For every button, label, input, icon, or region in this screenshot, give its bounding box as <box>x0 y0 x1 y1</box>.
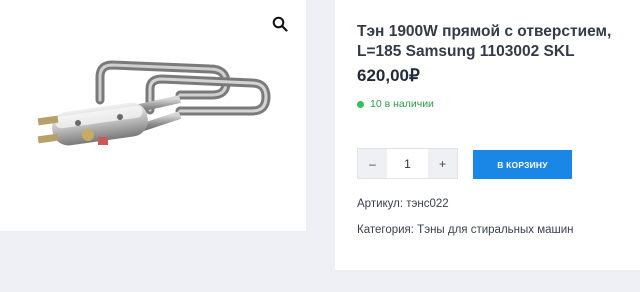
product-category: Категория: Тэны для стиральных машин <box>357 224 574 236</box>
stock-status: 10 в наличии <box>357 98 434 110</box>
add-to-cart-button[interactable]: В КОРЗИНУ <box>473 150 572 179</box>
qty-increase-button[interactable]: + <box>428 149 457 178</box>
product-image[interactable] <box>30 55 280 175</box>
search-icon <box>272 16 288 32</box>
quantity-stepper: – + <box>357 148 458 179</box>
product-sku: Артикул: тэнс022 <box>357 198 449 210</box>
product-summary: Тэн 1900W прямой с отверстием, L=185 Sam… <box>335 0 640 270</box>
sku-label: Артикул: <box>357 198 404 210</box>
quantity-input[interactable] <box>387 149 428 178</box>
qty-decrease-button[interactable]: – <box>358 149 387 178</box>
sku-value: тэнс022 <box>406 198 449 210</box>
product-gallery <box>0 0 306 231</box>
stock-text: 10 в наличии <box>370 98 434 110</box>
product-title: Тэн 1900W прямой с отверстием, L=185 Sam… <box>357 23 612 60</box>
product-price: 620,00₽ <box>357 66 420 85</box>
category-link[interactable]: Тэны для стиральных машин <box>417 224 573 236</box>
in-stock-dot-icon <box>357 100 364 108</box>
category-label: Категория: <box>357 224 414 236</box>
zoom-button[interactable] <box>268 12 292 36</box>
